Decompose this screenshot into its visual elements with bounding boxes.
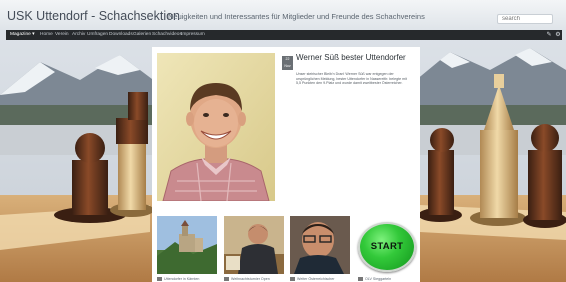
thumb-caption[interactable]: OLV Sieggarteln: [358, 277, 391, 281]
calendar-icon: [290, 277, 295, 281]
thumb-castle-photo[interactable]: [157, 216, 217, 274]
site-header: USK Uttendorf - Schachsektion Neuigkeite…: [0, 0, 566, 30]
site-title[interactable]: USK Uttendorf - Schachsektion: [7, 9, 180, 23]
main-nav: Magazine ▾ Home Verein Archiv Umfragen D…: [6, 30, 562, 40]
nav-item-archiv[interactable]: Archiv: [72, 30, 85, 40]
thumb-chess-player-photo[interactable]: [224, 216, 284, 274]
site-tagline: Neuigkeiten und Interessantes für Mitgli…: [168, 12, 425, 21]
nav-item-verein[interactable]: Verein: [55, 30, 69, 40]
pencil-icon[interactable]: ✎: [545, 31, 553, 39]
nav-item-magazine[interactable]: Magazine ▾: [10, 30, 35, 40]
calendar-icon: [157, 277, 162, 281]
article-hero-photo[interactable]: [157, 53, 275, 201]
search-input[interactable]: [497, 14, 553, 24]
thumb-caption-text[interactable]: Uttendorfer in Kärnten: [164, 277, 199, 281]
thumb-caption[interactable]: Weihnachtsturnier Open: [224, 277, 270, 281]
nav-item-downloads[interactable]: Downloads: [109, 30, 133, 40]
thumb-caption[interactable]: Uttendorfer in Kärnten: [157, 277, 199, 281]
nav-item-schachvideos[interactable]: Schachvideos: [152, 30, 182, 40]
nav-item-umfragen[interactable]: Umfragen: [87, 30, 108, 40]
featured-content-panel: 22 Nov Werner Süß bester Uttendorfer Uns…: [152, 47, 420, 282]
article-title[interactable]: Werner Süß bester Uttendorfer: [296, 53, 414, 62]
nav-item-home[interactable]: Home: [40, 30, 53, 40]
thumb-caption-text[interactable]: Weiter Österreichischer: [297, 277, 334, 281]
gear-icon[interactable]: ⚙: [554, 31, 562, 39]
article-excerpt: Unser steirischer Bleib'n Dran! Werner S…: [296, 72, 407, 86]
thumb-caption-text[interactable]: OLV Sieggarteln: [365, 277, 391, 281]
nav-item-impressum[interactable]: Impressum: [181, 30, 205, 40]
calendar-icon: [358, 277, 363, 281]
start-button[interactable]: START: [358, 222, 416, 272]
thumb-caption-text[interactable]: Weihnachtsturnier Open: [231, 277, 270, 281]
thumb-player-glasses-photo[interactable]: [290, 216, 350, 274]
article-date-badge: 22 Nov: [282, 56, 293, 70]
nav-item-galerien[interactable]: Galerien: [133, 30, 151, 40]
calendar-icon: [224, 277, 229, 281]
thumb-caption[interactable]: Weiter Österreichischer: [290, 277, 334, 281]
